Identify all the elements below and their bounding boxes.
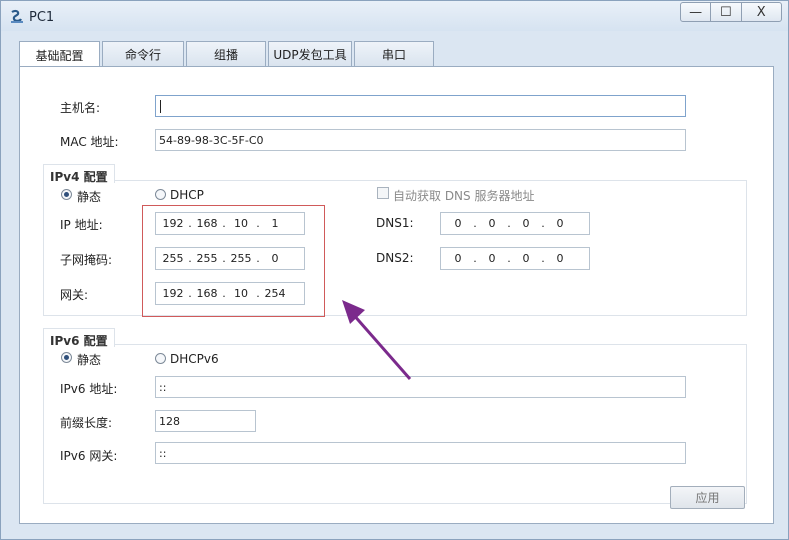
auto-dns-checkbox[interactable] bbox=[377, 187, 389, 199]
client-area: 基础配置 命令行 组播 UDP发包工具 串口 主机名: MAC 地址: 54-8… bbox=[9, 31, 782, 533]
octet-dot: . bbox=[473, 217, 477, 230]
hostname-input[interactable] bbox=[155, 95, 686, 117]
dns2-octet: 0 bbox=[488, 252, 496, 265]
text-caret bbox=[160, 100, 161, 113]
annotation-arrow-icon bbox=[342, 300, 412, 380]
subnet-mask-label: 子网掩码: bbox=[60, 253, 113, 267]
ipv6-gateway-label: IPv6 网关: bbox=[60, 449, 118, 463]
tab-serial[interactable]: 串口 bbox=[354, 41, 434, 67]
tab-multicast[interactable]: 组播 bbox=[186, 41, 266, 67]
ipv4-static-label: 静态 bbox=[77, 190, 102, 204]
prefix-length-input[interactable]: 128 bbox=[155, 410, 256, 432]
dns2-octet: 0 bbox=[454, 252, 462, 265]
dns2-octet: 0 bbox=[522, 252, 530, 265]
ipv6-dhcp-label: DHCPv6 bbox=[170, 352, 219, 366]
dns1-octet: 0 bbox=[556, 217, 564, 230]
ipv6-static-radio[interactable] bbox=[61, 352, 72, 363]
hostname-label: 主机名: bbox=[60, 101, 101, 115]
gateway-label: 网关: bbox=[60, 288, 89, 302]
prefix-length-label: 前缀长度: bbox=[60, 416, 113, 430]
dns1-input[interactable]: 0. 0. 0. 0 bbox=[440, 212, 590, 235]
dns1-octet: 0 bbox=[522, 217, 530, 230]
octet-dot: . bbox=[541, 252, 545, 265]
title-bar[interactable]: PC1 — ☐ X bbox=[1, 1, 788, 31]
octet-dot: . bbox=[507, 252, 511, 265]
ip-address-label: IP 地址: bbox=[60, 218, 103, 232]
dns2-label: DNS2: bbox=[376, 251, 414, 265]
octet-dot: . bbox=[473, 252, 477, 265]
tab-command-line[interactable]: 命令行 bbox=[102, 41, 184, 67]
dns1-octet: 0 bbox=[454, 217, 462, 230]
octet-dot: . bbox=[507, 217, 511, 230]
minimize-button[interactable]: — bbox=[681, 3, 712, 21]
ipv6-group-title: IPv6 配置 bbox=[43, 328, 115, 348]
ipv4-dhcp-label: DHCP bbox=[170, 188, 204, 202]
maximize-button[interactable]: ☐ bbox=[711, 3, 742, 21]
close-button[interactable]: X bbox=[742, 3, 782, 21]
ipv6-static-label: 静态 bbox=[77, 353, 102, 367]
window-title: PC1 bbox=[29, 10, 55, 25]
octet-dot: . bbox=[541, 217, 545, 230]
ipv4-group-title: IPv4 配置 bbox=[43, 164, 115, 184]
dns2-octet: 0 bbox=[556, 252, 564, 265]
tab-strip: 基础配置 命令行 组播 UDP发包工具 串口 bbox=[19, 41, 436, 68]
ipv6-gateway-input[interactable]: :: bbox=[155, 442, 686, 464]
ipv4-dhcp-radio[interactable] bbox=[155, 189, 166, 200]
auto-dns-label: 自动获取 DNS 服务器地址 bbox=[393, 189, 535, 203]
tab-basic-config[interactable]: 基础配置 bbox=[19, 41, 100, 68]
annotation-highlight-box bbox=[142, 205, 325, 317]
dns1-label: DNS1: bbox=[376, 216, 414, 230]
ipv6-address-label: IPv6 地址: bbox=[60, 382, 118, 396]
tab-udp-tool[interactable]: UDP发包工具 bbox=[268, 41, 352, 67]
mac-address-field[interactable]: 54-89-98-3C-5F-C0 bbox=[155, 129, 686, 151]
apply-button[interactable]: 应用 bbox=[670, 486, 745, 509]
dns1-octet: 0 bbox=[488, 217, 496, 230]
pc-app-icon bbox=[11, 9, 23, 23]
dns2-input[interactable]: 0. 0. 0. 0 bbox=[440, 247, 590, 270]
ipv6-dhcp-radio[interactable] bbox=[155, 353, 166, 364]
pc1-config-window: PC1 — ☐ X 基础配置 命令行 组播 UDP发包工具 串口 主机名: MA… bbox=[0, 0, 789, 540]
ipv4-static-radio[interactable] bbox=[61, 189, 72, 200]
window-controls: — ☐ X bbox=[680, 2, 782, 22]
mac-label: MAC 地址: bbox=[60, 135, 119, 149]
